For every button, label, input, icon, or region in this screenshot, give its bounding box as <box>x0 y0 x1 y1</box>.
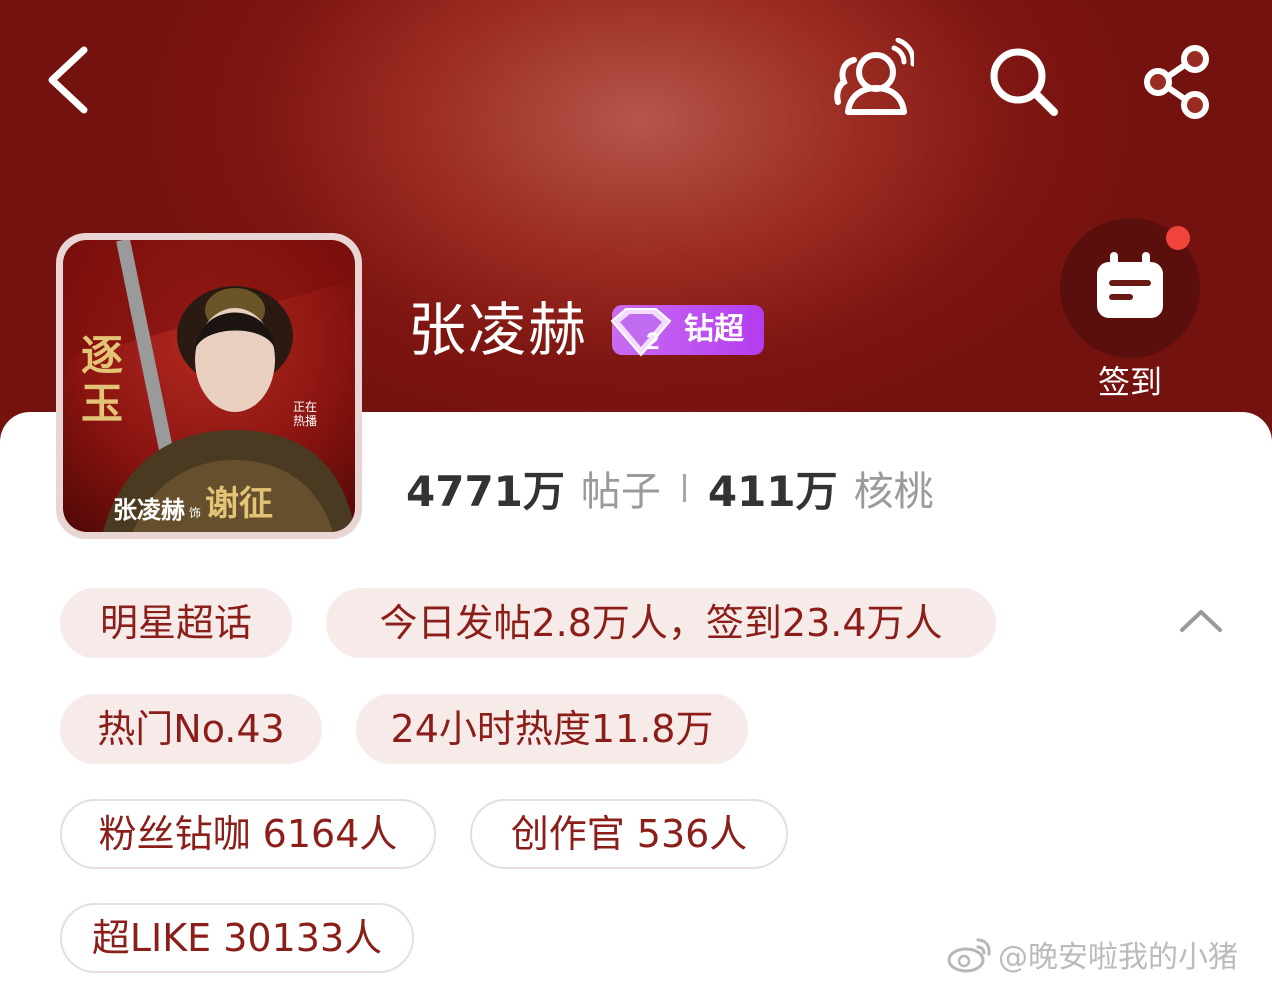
watermark: @晚安啦我的小猪 <box>946 932 1238 976</box>
notification-dot <box>1166 226 1190 250</box>
diamond-icon: 2 <box>610 308 672 357</box>
poster-role-name: 谢征 <box>205 484 274 524</box>
community-chat-icon[interactable] <box>830 38 914 118</box>
posts-count: 4771万 <box>406 466 565 516</box>
weibo-logo-icon <box>947 938 991 973</box>
community-stats: 4771万 帖子 411万 核桃 <box>406 458 934 518</box>
posts-label: 帖子 <box>580 469 661 515</box>
tag-category[interactable]: 明星超话 <box>60 588 292 658</box>
poster-title-text: 逐玉 <box>81 331 124 428</box>
poster-actor-name: 张凌赫 <box>113 495 185 524</box>
back-icon[interactable] <box>40 40 100 120</box>
community-avatar[interactable]: 逐玉 正在热播 张凌赫 饰 谢征 <box>56 233 362 539</box>
walnut-count: 411万 <box>707 466 838 516</box>
tag-hot-rank[interactable]: 热门No.43 <box>60 694 322 764</box>
tag-heat-24h[interactable]: 24小时热度11.8万 <box>356 694 748 764</box>
stats-divider <box>682 474 686 502</box>
level-badge-label: 钻超 <box>684 312 744 347</box>
tag-creator[interactable]: 创作官 536人 <box>470 799 788 869</box>
level-number: 2 <box>646 328 659 355</box>
tag-super-like[interactable]: 超LIKE 30133人 <box>60 903 414 973</box>
poster-tag-text: 正在热播 <box>293 400 318 428</box>
tag-fan-diamond[interactable]: 粉丝钻咖 6164人 <box>60 799 436 869</box>
level-badge[interactable]: 2 钻超 <box>610 305 764 357</box>
search-icon[interactable] <box>986 44 1062 120</box>
poster-role-prefix: 饰 <box>189 506 202 520</box>
walnut-label: 核桃 <box>853 469 934 515</box>
chevron-up-icon[interactable] <box>1176 600 1226 640</box>
community-title: 张凌赫 <box>408 296 589 364</box>
tag-today-summary[interactable]: 今日发帖2.8万人，签到23.4万人 <box>326 588 996 658</box>
watermark-text: @晚安啦我的小猪 <box>998 940 1238 975</box>
share-icon[interactable] <box>1140 44 1216 120</box>
checkin-label[interactable]: 签到 <box>1090 360 1170 404</box>
